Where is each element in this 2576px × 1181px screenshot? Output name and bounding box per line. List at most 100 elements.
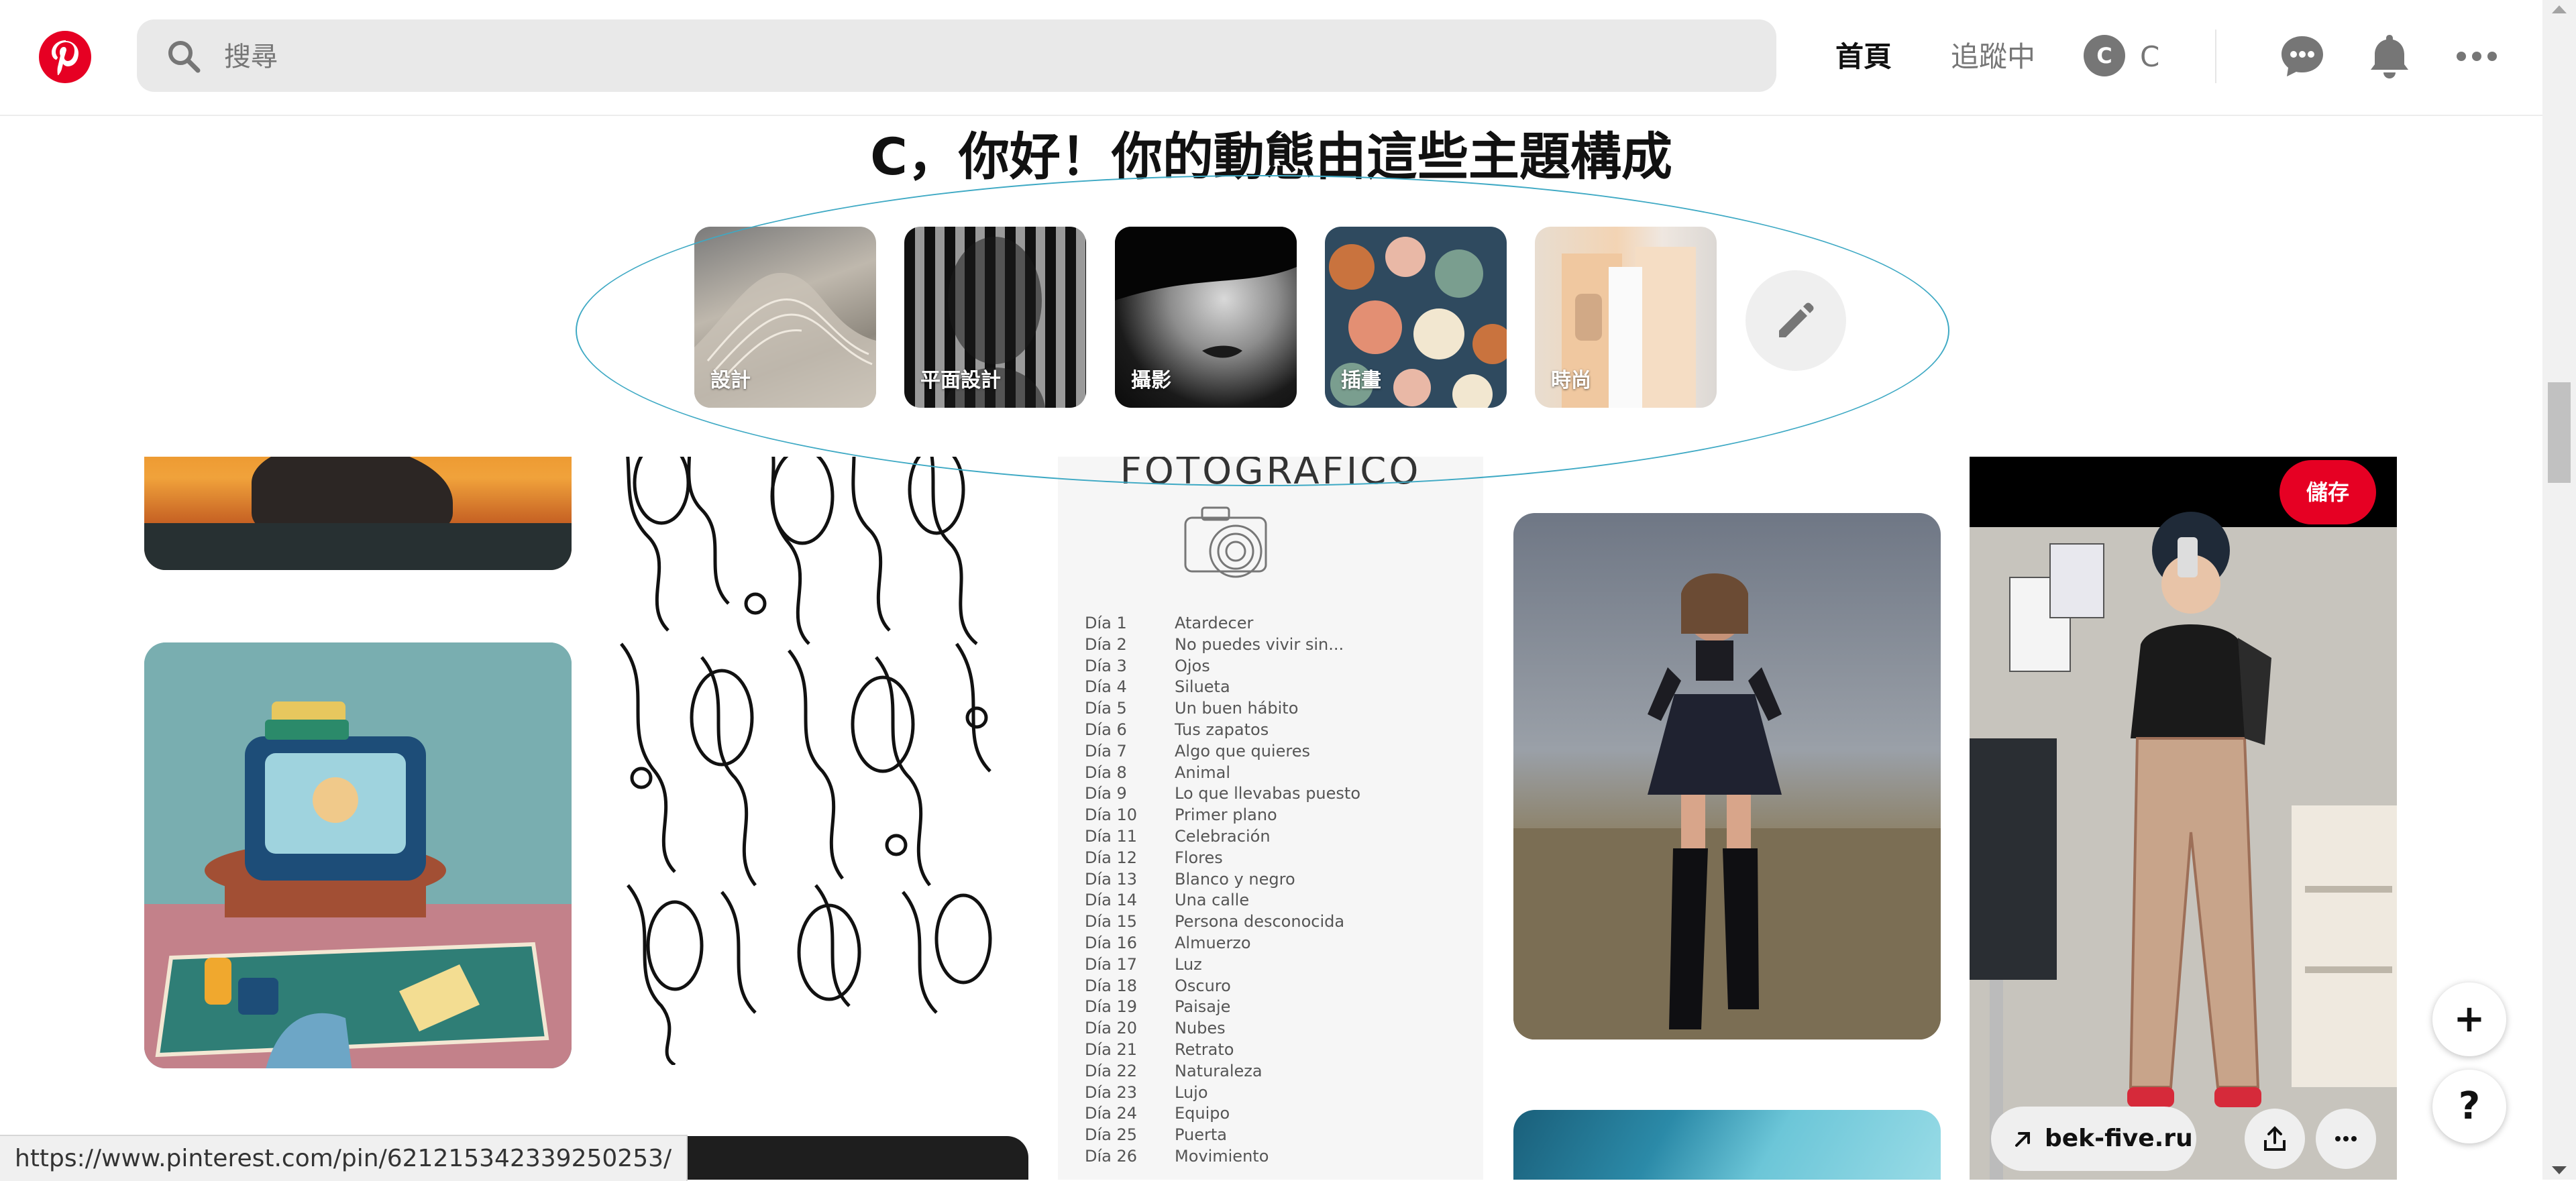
day-number: Día 9 xyxy=(1085,784,1127,803)
day-number: Día 6 xyxy=(1085,720,1127,739)
pin-link-button[interactable]: bek-five.ru xyxy=(1991,1107,2196,1171)
day-theme: Retrato xyxy=(1175,1039,1234,1059)
day-number: Día 5 xyxy=(1085,699,1127,718)
day-number: Día 2 xyxy=(1085,634,1127,654)
day-theme: Una calle xyxy=(1175,891,1250,910)
search-bar[interactable]: 搜尋 xyxy=(137,19,1776,92)
topic-label: 時尚 xyxy=(1551,369,1591,392)
avatar[interactable]: C xyxy=(2084,35,2125,76)
day-list-row: Día 8 Animal xyxy=(1085,763,1360,784)
topic-card-photography[interactable]: 攝影 xyxy=(1115,227,1297,408)
day-number: Día 15 xyxy=(1085,912,1138,932)
share-icon xyxy=(2264,1126,2286,1151)
day-list-row: Día 10 Primer plano xyxy=(1085,805,1360,826)
day-theme: Animal xyxy=(1175,763,1231,782)
more-dots-icon xyxy=(2335,1136,2357,1141)
day-list-row: Día 2 No puedes vivir sin... xyxy=(1085,634,1360,656)
share-button[interactable] xyxy=(2245,1109,2305,1169)
day-list-row: Día 16 Almuerzo xyxy=(1085,933,1360,954)
scroll-down-arrow-icon[interactable] xyxy=(2552,1166,2567,1174)
pinterest-logo-icon[interactable] xyxy=(39,31,91,83)
day-list-row: Día 12 Flores xyxy=(1085,848,1360,869)
profile-username[interactable]: C xyxy=(2140,37,2159,77)
day-theme: Un buen hábito xyxy=(1175,699,1299,718)
pin-fashion-checkered[interactable] xyxy=(1970,457,2397,1180)
day-list-row: Día 3 Ojos xyxy=(1085,656,1360,677)
topic-card-illustration[interactable]: 插畫 xyxy=(1325,227,1507,408)
pin-tv-illustration[interactable] xyxy=(144,642,572,1068)
day-number: Día 22 xyxy=(1085,1061,1138,1080)
topics-title: C，你好！你的動態由這些主題構成 xyxy=(870,127,1672,186)
day-list-row: Día 21 Retrato xyxy=(1085,1039,1360,1061)
day-list-row: Día 23 Lujo xyxy=(1085,1082,1360,1104)
pin-photo-challenge[interactable]: FOTOGRAFICO Día 1 Atardecer Día 2 No puedes… xyxy=(1058,402,1483,1180)
pin-more-button[interactable] xyxy=(2316,1109,2376,1169)
day-list-row: Día 17 Luz xyxy=(1085,954,1360,976)
day-number: Día 3 xyxy=(1085,656,1127,675)
search-placeholder[interactable]: 搜尋 xyxy=(224,40,278,74)
day-list-row: Día 15 Persona desconocida xyxy=(1085,911,1360,933)
pin-sunset-ground xyxy=(144,523,572,570)
day-number: Día 26 xyxy=(1085,1146,1138,1166)
day-list-row: Día 13 Blanco y negro xyxy=(1085,869,1360,891)
create-pin-button[interactable]: + xyxy=(2432,982,2506,1056)
day-list-row: Día 19 Paisaje xyxy=(1085,997,1360,1018)
day-number: Día 8 xyxy=(1085,763,1127,782)
nav-following-link[interactable]: 追蹤中 xyxy=(1951,37,2035,77)
day-number: Día 25 xyxy=(1085,1125,1138,1145)
day-theme: Paisaje xyxy=(1175,997,1231,1017)
day-theme: Almuerzo xyxy=(1175,933,1251,952)
pin-girl-skirt[interactable] xyxy=(1513,513,1941,1039)
day-theme: Algo que quieres xyxy=(1175,741,1310,761)
day-theme: Silueta xyxy=(1175,677,1230,697)
nav-home-link[interactable]: 首頁 xyxy=(1835,37,1892,77)
messages-icon[interactable] xyxy=(2275,30,2329,83)
save-button[interactable]: 儲存 xyxy=(2279,460,2376,524)
day-theme: Equipo xyxy=(1175,1104,1230,1123)
external-link-arrow-icon xyxy=(2015,1132,2030,1147)
day-number: Día 7 xyxy=(1085,741,1127,761)
day-theme: Lo que llevabas puesto xyxy=(1175,784,1360,803)
day-theme: Naturaleza xyxy=(1175,1061,1263,1080)
day-list-row: Día 24 Equipo xyxy=(1085,1103,1360,1125)
pin-line-faces[interactable] xyxy=(601,402,1028,1065)
help-button[interactable]: ? xyxy=(2432,1070,2506,1143)
search-icon xyxy=(168,41,201,73)
pencil-icon xyxy=(1779,302,1814,337)
day-theme: Persona desconocida xyxy=(1175,912,1345,932)
day-theme: Primer plano xyxy=(1175,805,1277,825)
day-number: Día 1 xyxy=(1085,614,1127,632)
day-theme: Puerta xyxy=(1175,1125,1228,1145)
scroll-up-arrow-icon[interactable] xyxy=(2552,5,2567,13)
day-number: Día 23 xyxy=(1085,1082,1138,1102)
day-list-row: Día 26 Movimiento xyxy=(1085,1146,1360,1168)
day-list-row: Día 6 Tus zapatos xyxy=(1085,720,1360,741)
day-list-row: Día 4 Silueta xyxy=(1085,677,1360,698)
topic-label: 平面設計 xyxy=(920,369,1001,392)
day-list-row: Día 1 Atardecer xyxy=(1085,613,1360,634)
day-number: Día 17 xyxy=(1085,954,1138,974)
day-theme: Oscuro xyxy=(1175,976,1231,995)
pin-tv-artwork xyxy=(144,642,572,1068)
day-number: Día 20 xyxy=(1085,1019,1138,1038)
day-number: Día 21 xyxy=(1085,1039,1138,1059)
day-theme: Lujo xyxy=(1175,1082,1208,1102)
more-icon[interactable] xyxy=(2450,30,2504,83)
day-list-row: Día 14 Una calle xyxy=(1085,890,1360,911)
pin-blue-abstract[interactable] xyxy=(1513,1110,1941,1180)
day-number: Día 18 xyxy=(1085,976,1138,995)
day-list: Día 1 Atardecer Día 2 No puedes vivir sin..… xyxy=(1085,613,1360,1168)
day-list-row: Día 7 Algo que quieres xyxy=(1085,741,1360,763)
day-number: Día 11 xyxy=(1085,826,1138,846)
day-theme: Movimiento xyxy=(1175,1146,1269,1166)
page-scrollbar[interactable] xyxy=(2542,0,2576,1180)
notifications-icon[interactable] xyxy=(2363,30,2416,83)
day-number: Día 13 xyxy=(1085,869,1138,889)
topic-card-design[interactable]: 設計 xyxy=(694,227,876,408)
topic-card-graphic-design[interactable]: 平面設計 xyxy=(904,227,1086,408)
pin-line-faces-artwork xyxy=(612,402,992,1065)
edit-topics-button[interactable] xyxy=(1746,270,1846,371)
topic-label: 設計 xyxy=(710,369,751,392)
topic-card-fashion[interactable]: 時尚 xyxy=(1535,227,1717,408)
scroll-thumb[interactable] xyxy=(2548,382,2571,483)
